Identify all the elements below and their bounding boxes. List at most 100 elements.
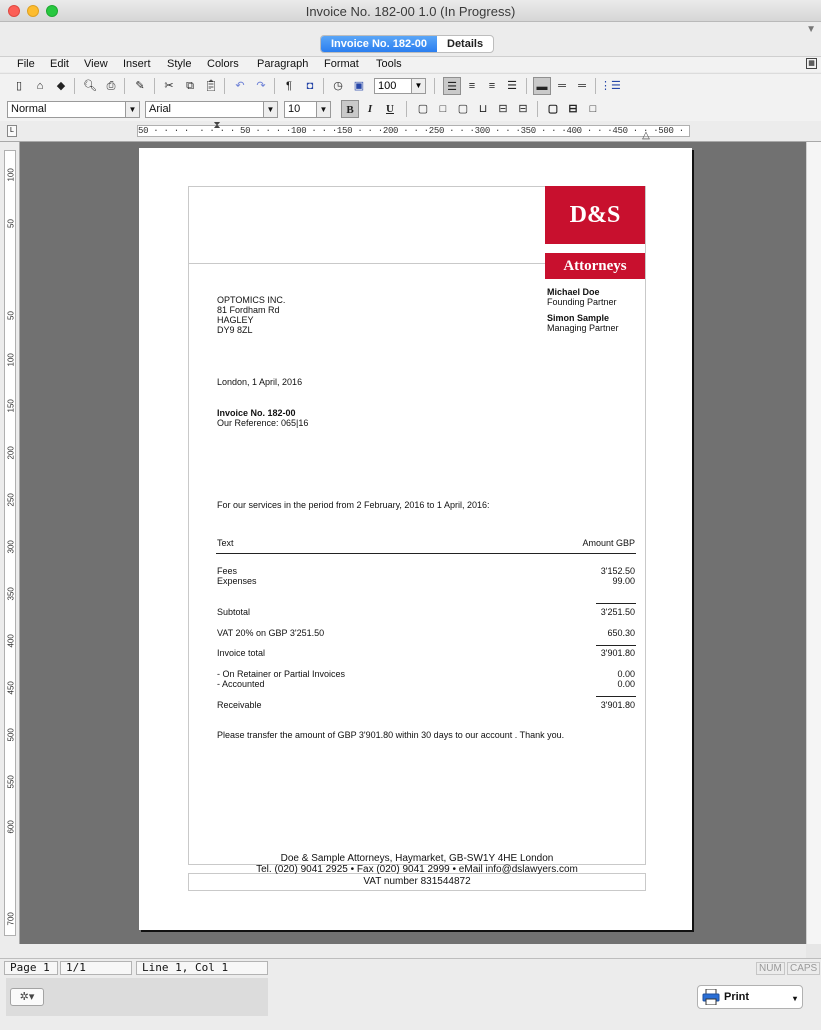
border-none-icon[interactable]: □ xyxy=(584,100,602,118)
vertical-ruler-scale: 100 50 50 100 150 200 250 300 350 400 45… xyxy=(4,150,16,936)
footer-address: Doe & Sample Attorneys, Haymarket, GB-SW… xyxy=(280,853,554,864)
ruler-tick: 50 xyxy=(6,311,16,320)
print-icon[interactable]: ⎙ xyxy=(102,77,120,95)
subtotal-amount: 3'251.50 xyxy=(600,607,635,617)
status-page-count: 1/1 xyxy=(60,961,132,975)
paragraph-style-select[interactable]: Normal ▼ xyxy=(7,101,140,118)
fees-amount: 3'152.50 xyxy=(600,566,635,576)
save-icon[interactable]: ◆ xyxy=(52,77,70,95)
font-value: Arial xyxy=(149,103,172,115)
chevron-down-icon[interactable]: ▾ xyxy=(793,988,797,1010)
font-size-select[interactable]: 10 ▼ xyxy=(284,101,331,118)
clock-icon[interactable]: ◷ xyxy=(329,77,347,95)
line-spacing-onehalf-icon[interactable]: ═ xyxy=(553,77,571,95)
bullet-list-icon[interactable]: ⋮☰ xyxy=(600,77,621,95)
menu-view[interactable]: View xyxy=(84,58,108,70)
border-middle-icon[interactable]: ⊟ xyxy=(514,100,532,118)
caps-lock-indicator: CAPS xyxy=(787,962,821,975)
place-date: London, 1 April, 2016 xyxy=(217,377,303,387)
our-reference: Our Reference: 065|16 xyxy=(217,418,309,428)
italic-button[interactable]: I xyxy=(361,100,379,118)
ruler-tick: 550 xyxy=(6,775,16,789)
menu-file[interactable]: File xyxy=(17,58,35,70)
invoice-total-amount: 3'901.80 xyxy=(600,648,635,658)
footer-contact: Tel. (020) 9041 2925 • Fax (020) 9041 29… xyxy=(256,864,578,875)
calendar-icon[interactable]: ▣ xyxy=(350,77,368,95)
line-spacing-double-icon[interactable]: ═ xyxy=(573,77,591,95)
chevron-down-icon[interactable]: ▼ xyxy=(125,102,139,117)
zoom-select[interactable]: 100 ▼ xyxy=(374,78,426,94)
printer-icon xyxy=(702,989,720,1005)
border-box-icon[interactable]: □ xyxy=(434,100,452,118)
gear-menu-button[interactable]: ✲▾ xyxy=(10,988,44,1006)
ruler-tick: 600 xyxy=(6,820,16,834)
paragraph-style-value: Normal xyxy=(11,103,47,115)
tab-details[interactable]: Details xyxy=(437,36,493,52)
chevron-down-icon[interactable]: ▼ xyxy=(263,102,277,117)
tab-stop-icon[interactable]: L xyxy=(7,125,17,137)
font-select[interactable]: Arial ▼ xyxy=(145,101,278,118)
align-right-icon[interactable]: ≡ xyxy=(483,77,501,95)
company-logo: D&S xyxy=(545,186,645,244)
align-justify-icon[interactable]: ☰ xyxy=(503,77,521,95)
ruler-tick: 700 xyxy=(6,912,16,926)
recipient-line: OPTOMICS INC. xyxy=(217,295,286,305)
format-toolbar: Normal ▼ Arial ▼ 10 ▼ B I U ▢ □ ▢ ⊔ ⊟ ⊟ … xyxy=(0,97,821,121)
toolbar-separator xyxy=(526,78,527,94)
new-document-icon[interactable]: ▯ xyxy=(10,77,28,95)
align-center-icon[interactable]: ≡ xyxy=(463,77,481,95)
subtotal-label: Subtotal xyxy=(217,607,251,617)
sum-rule xyxy=(596,645,636,646)
paste-icon[interactable]: 📋︎ xyxy=(202,77,220,95)
border-bottom-icon[interactable]: ⊔ xyxy=(474,100,492,118)
border-top-bottom-icon[interactable]: ⊟ xyxy=(494,100,512,118)
print-preview-icon[interactable]: 🔍︎ xyxy=(81,77,99,95)
indent-marker-icon[interactable]: ⧗ xyxy=(212,121,222,141)
line-spacing-single-icon[interactable]: ▬ xyxy=(533,77,551,95)
bold-button[interactable]: B xyxy=(341,100,359,118)
invoice-total-label: Invoice total xyxy=(217,648,266,658)
recipient-line: DY9 8ZL xyxy=(217,325,253,335)
toolbar-separator xyxy=(434,78,435,94)
menu-colors[interactable]: Colors xyxy=(207,58,239,70)
sum-rule xyxy=(596,696,636,697)
menu-format[interactable]: Format xyxy=(324,58,359,70)
chevron-down-icon[interactable]: ▼ xyxy=(806,24,816,35)
chevron-down-icon[interactable]: ▼ xyxy=(316,102,330,117)
pilcrow-icon[interactable]: ¶ xyxy=(280,77,298,95)
accounted-label: - Accounted xyxy=(217,679,265,689)
chevron-down-icon[interactable]: ▼ xyxy=(411,79,425,93)
partner-title: Managing Partner xyxy=(547,323,619,333)
underline-button[interactable]: U xyxy=(381,100,399,118)
tab-invoice[interactable]: Invoice No. 182-00 xyxy=(321,36,437,52)
menu-insert[interactable]: Insert xyxy=(123,58,151,70)
menu-edit[interactable]: Edit xyxy=(50,58,69,70)
hidden-chars-icon[interactable]: ◘ xyxy=(301,77,319,95)
find-icon[interactable]: ✎ xyxy=(131,77,149,95)
menu-tools[interactable]: Tools xyxy=(376,58,402,70)
menu-style[interactable]: Style xyxy=(167,58,191,70)
toolbar-separator xyxy=(406,101,407,117)
border-left-icon[interactable]: ▢ xyxy=(414,100,432,118)
toolbar-separator xyxy=(224,78,225,94)
panel-toggle-icon[interactable]: ▦ xyxy=(806,58,817,69)
ruler-tick: 400 xyxy=(6,634,16,648)
toolbar-separator xyxy=(537,101,538,117)
copy-icon[interactable]: ⧉ xyxy=(181,77,199,95)
scrollbar-corner xyxy=(806,944,821,958)
print-button[interactable]: Print ▾ xyxy=(697,985,803,1009)
align-left-icon[interactable]: ☰ xyxy=(443,77,461,95)
redo-icon[interactable]: ↷ xyxy=(252,77,270,95)
toolbar-separator xyxy=(74,78,75,94)
menu-paragraph[interactable]: Paragraph xyxy=(257,58,308,70)
border-inner-icon[interactable]: ⊟ xyxy=(564,100,582,118)
sum-rule xyxy=(596,603,636,604)
undo-icon[interactable]: ↶ xyxy=(231,77,249,95)
ruler-tick: 100 xyxy=(6,168,16,182)
border-right-icon[interactable]: ▢ xyxy=(454,100,472,118)
vertical-scrollbar[interactable] xyxy=(806,142,821,944)
vat-amount: 650.30 xyxy=(607,628,635,638)
border-all-icon[interactable]: ▢ xyxy=(544,100,562,118)
cut-icon[interactable]: ✂ xyxy=(160,77,178,95)
open-folder-icon[interactable]: ⌂ xyxy=(31,77,49,95)
